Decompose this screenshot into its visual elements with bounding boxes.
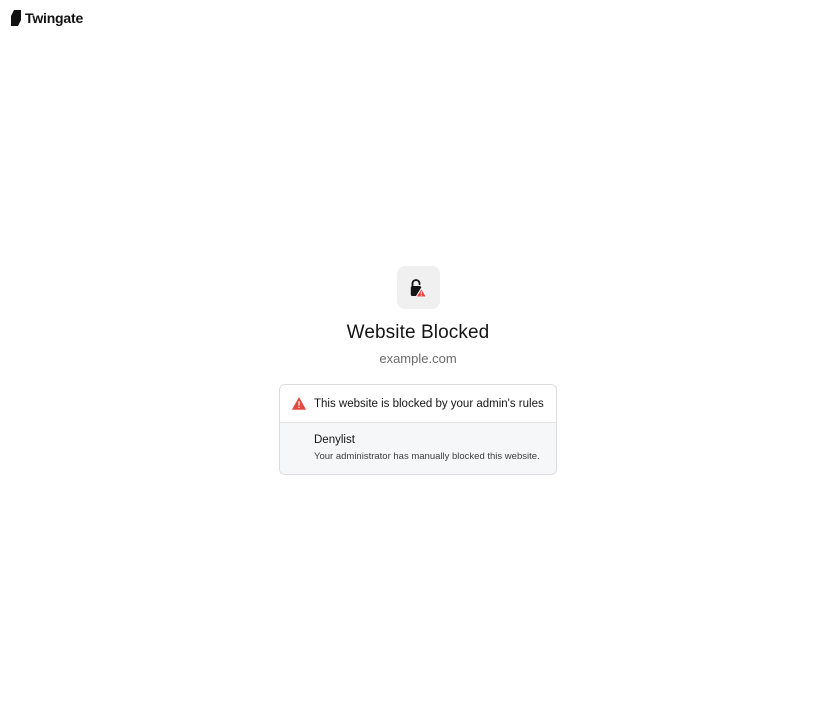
warning-triangle-icon [292, 397, 306, 410]
page-title: Website Blocked [346, 322, 490, 343]
rule-details: Denylist Your administrator has manually… [280, 423, 556, 474]
rule-description: Your administrator has manually blocked … [314, 451, 540, 462]
lock-tile [396, 266, 440, 309]
block-reason-header: This website is blocked by your admin's … [280, 385, 556, 423]
blocked-domain: example.com [379, 351, 457, 366]
blocked-page: Twingate Website Blocked example.com Thi… [0, 0, 840, 708]
brand: Twingate [11, 10, 83, 26]
brand-name: Twingate [25, 10, 84, 26]
blocked-content: Website Blocked example.com This website… [0, 266, 836, 475]
lock-warning-icon [410, 278, 428, 297]
rule-name: Denylist [314, 434, 355, 446]
twingate-logo-icon [11, 10, 21, 26]
block-reason-card: This website is blocked by your admin's … [279, 384, 557, 475]
block-reason-message: This website is blocked by your admin's … [314, 397, 544, 410]
